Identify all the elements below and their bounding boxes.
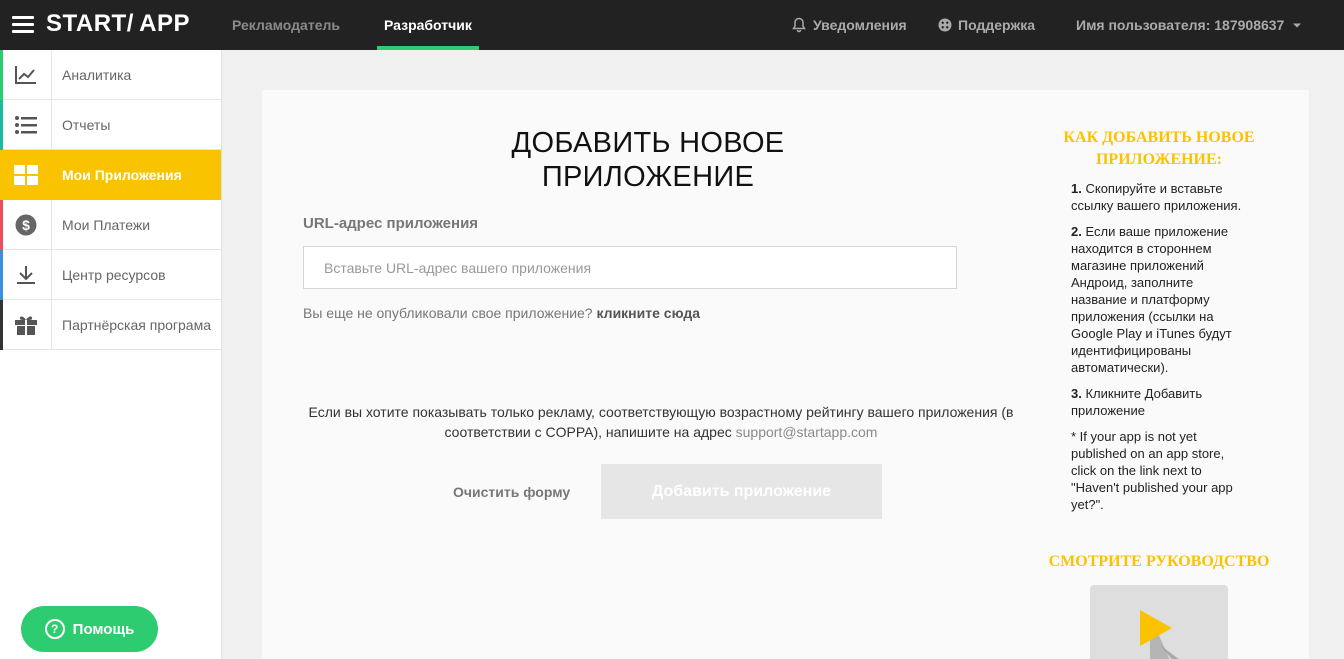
help-button[interactable]: ? Помощь <box>21 606 158 652</box>
top-bar: START/ APP Рекламодатель Разработчик Уве… <box>0 0 1344 50</box>
sidebar-accent <box>0 200 3 250</box>
sidebar-accent <box>0 100 3 150</box>
instructions-title: КАК ДОБАВИТЬ НОВОЕ ПРИЛОЖЕНИЕ: <box>1063 129 1255 168</box>
sidebar-item-label: Центр ресурсов <box>62 266 166 283</box>
notifications-label: Уведомления <box>813 17 907 33</box>
support-email-link[interactable]: support@startapp.com <box>736 424 878 440</box>
dollar-icon: $ <box>0 199 52 250</box>
user-label: Имя пользователя: 187908637 <box>1076 17 1285 33</box>
video-thumbnail[interactable] <box>1090 585 1228 659</box>
clear-form-button[interactable]: Очистить форму <box>453 484 570 500</box>
sidebar-item-label: Отчеты <box>62 116 111 133</box>
svg-text:$: $ <box>22 217 30 233</box>
step-number: 2. <box>1071 224 1082 239</box>
sidebar-item-label: Мои Приложения <box>62 166 182 183</box>
step-number: 1. <box>1071 181 1082 196</box>
sidebar: Аналитика Отчеты Мои Приложения $ Мои Пл… <box>0 49 222 659</box>
support-link[interactable]: Поддержка <box>938 0 1035 50</box>
sidebar-item-label: Партнёрская програма <box>62 316 211 333</box>
instruction-step: 1. Скопируйте и вставьте ссылку вашего п… <box>1071 180 1251 214</box>
chart-line-icon <box>0 49 52 100</box>
sidebar-item-partners[interactable]: Партнёрская програма <box>0 299 221 350</box>
menu-icon[interactable] <box>12 16 34 34</box>
step-number: 3. <box>1071 386 1082 401</box>
notifications-link[interactable]: Уведомления <box>791 0 907 50</box>
sidebar-item-label: Мои Платежи <box>62 216 151 233</box>
page-title-line: ПРИЛОЖЕНИЕ <box>541 161 755 193</box>
support-label: Поддержка <box>958 17 1036 33</box>
step-text: Кликните Добавить приложение <box>1071 386 1203 418</box>
user-menu[interactable]: Имя пользователя: 187908637 <box>1076 0 1302 50</box>
instruction-note: * If your app is not yet published on an… <box>1071 429 1233 512</box>
page-title-line: ДОБАВИТЬ НОВОЕ <box>511 127 785 159</box>
instruction-step: 3. Кликните Добавить приложение <box>1071 385 1251 419</box>
sidebar-accent <box>0 50 3 100</box>
url-label: URL-адрес приложения <box>303 215 479 232</box>
bell-icon <box>792 17 806 33</box>
list-icon <box>0 99 52 150</box>
sidebar-item-resources[interactable]: Центр ресурсов <box>0 249 221 300</box>
step-text: Скопируйте и вставьте ссылку вашего прил… <box>1071 181 1242 213</box>
coppa-text: Если вы хотите показывать только рекламу… <box>308 404 1014 440</box>
sidebar-accent <box>0 250 3 300</box>
logo[interactable]: START/ APP <box>46 10 190 38</box>
play-icon <box>1140 610 1179 659</box>
instructions-steps: 1. Скопируйте и вставьте ссылку вашего п… <box>1071 180 1251 522</box>
add-app-button[interactable]: Добавить приложение <box>601 464 882 519</box>
page-title: ДОБАВИТЬ НОВОЕ ПРИЛОЖЕНИЕ <box>443 126 853 194</box>
sidebar-item-my-apps[interactable]: Мои Приложения <box>0 149 221 200</box>
not-published-question: Вы еще не опубликовали свое приложение? <box>303 305 593 321</box>
guide-title: СМОТРИТЕ РУКОВОДСТВО <box>1048 553 1270 570</box>
grid-icon <box>0 149 52 200</box>
tab-developer[interactable]: Разработчик <box>377 0 479 50</box>
url-input[interactable] <box>303 246 957 289</box>
sidebar-item-reports[interactable]: Отчеты <box>0 99 221 150</box>
tab-advertiser[interactable]: Рекламодатель <box>232 0 340 50</box>
sidebar-item-label: Аналитика <box>62 66 132 83</box>
sidebar-item-payments[interactable]: $ Мои Платежи <box>0 199 221 250</box>
instruction-step: 2. Если ваше приложение находится в стор… <box>1071 223 1251 376</box>
lifebuoy-icon <box>938 18 952 32</box>
help-label: Помощь <box>72 620 135 638</box>
download-icon <box>0 249 52 300</box>
sidebar-accent <box>0 300 3 350</box>
step-text: Если ваше приложение находится в сторонн… <box>1071 224 1232 375</box>
sidebar-item-analytics[interactable]: Аналитика <box>0 49 221 100</box>
not-published-text: Вы еще не опубликовали свое приложение? … <box>303 305 700 321</box>
caret-down-icon <box>1293 23 1302 28</box>
click-here-link[interactable]: кликните сюда <box>597 305 701 321</box>
question-icon: ? <box>44 619 65 639</box>
coppa-note: Если вы хотите показывать только рекламу… <box>303 402 1019 442</box>
gift-icon <box>0 299 52 350</box>
